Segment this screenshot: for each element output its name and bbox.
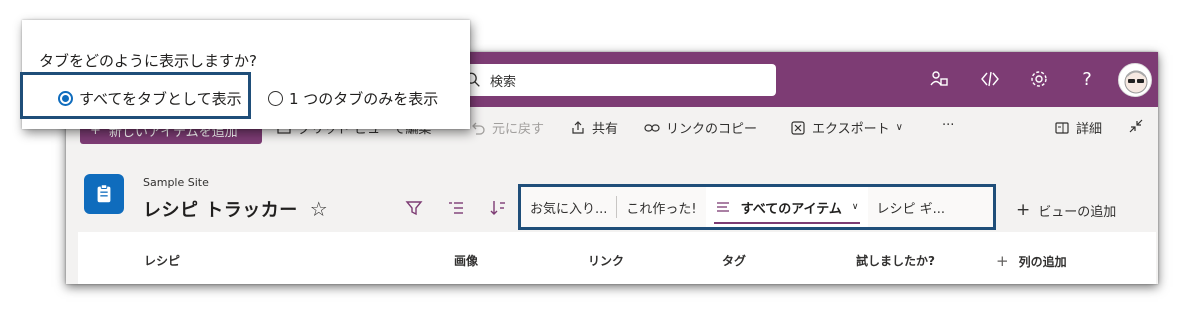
column-header-image[interactable]: 画像 <box>454 252 478 269</box>
column-label: タグ <box>722 254 747 268</box>
gear-icon[interactable] <box>1026 66 1052 92</box>
share-icon <box>572 120 584 134</box>
excel-icon <box>791 120 805 135</box>
add-view-label: ビューの追加 <box>1038 204 1117 220</box>
tab-label: お気に入り... <box>530 201 608 217</box>
column-header-recipe[interactable]: レシピ <box>144 252 180 269</box>
undo-button[interactable]: 元に戻す <box>470 118 544 137</box>
radio-label: 1 つのタブのみを表示 <box>289 90 439 108</box>
tab-recipe-gallery[interactable]: レシピ ギ... <box>868 187 955 227</box>
page-title: レシピ トラッカー ☆ <box>143 196 328 222</box>
details-pane-icon <box>1055 121 1069 134</box>
copy-link-label: リンクのコピー <box>666 122 758 137</box>
export-label: エクスポート <box>812 122 890 137</box>
grid-header: レシピ 画像 リンク タグ 試しましたか? + 列の追加 <box>78 232 1156 284</box>
filter-icon[interactable] <box>404 198 424 218</box>
column-header-link[interactable]: リンク <box>588 252 624 269</box>
view-tabs: お気に入り... これ作った! すべてのアイテム ∨ レシピ ギ... <box>518 184 996 230</box>
tab-made-this[interactable]: これ作った! <box>617 187 705 227</box>
column-label: リンク <box>588 254 625 268</box>
share-button[interactable]: 共有 <box>570 118 618 137</box>
code-icon[interactable] <box>977 66 1003 92</box>
list-view-icon <box>716 202 729 212</box>
tab-all-items[interactable]: すべてのアイテム ∨ <box>705 187 868 227</box>
collapse-button[interactable] <box>1128 118 1144 134</box>
details-button[interactable]: 詳細 <box>1054 118 1102 137</box>
radio-unchecked-icon <box>268 91 283 106</box>
details-label: 詳細 <box>1076 122 1103 137</box>
tab-label: これ作った! <box>626 201 697 217</box>
help-icon[interactable]: ? <box>1074 66 1100 92</box>
share-label: 共有 <box>592 122 619 137</box>
radio-show-one-tab[interactable]: 1 つのタブのみを表示 <box>268 88 438 109</box>
sort-icon[interactable] <box>488 198 508 218</box>
highlight-box <box>20 72 251 119</box>
undo-label: 元に戻す <box>492 122 545 137</box>
column-header-tried[interactable]: 試しましたか? <box>856 252 935 269</box>
group-icon[interactable] <box>446 198 466 218</box>
more-button[interactable]: ··· <box>942 118 954 133</box>
column-header-tags[interactable]: タグ <box>722 252 746 269</box>
popup-question: タブをどのように表示しますか? <box>39 52 257 70</box>
star-icon[interactable]: ☆ <box>310 197 328 221</box>
column-label: レシピ <box>144 254 181 268</box>
more-icon: ··· <box>942 118 955 133</box>
add-column-button[interactable]: + 列の追加 <box>996 252 1067 270</box>
avatar[interactable] <box>1118 63 1152 97</box>
export-button[interactable]: エクスポート ∨ <box>790 118 903 137</box>
column-label: 試しましたか? <box>856 254 935 268</box>
plus-icon: + <box>996 252 1009 270</box>
people-icon[interactable] <box>926 66 952 92</box>
chevron-down-icon: ∨ <box>895 122 903 133</box>
collapse-icon <box>1129 119 1143 133</box>
search-box[interactable]: 検索 <box>446 64 776 96</box>
add-view-button[interactable]: + ビューの追加 <box>1016 200 1116 220</box>
tab-favorites[interactable]: お気に入り... <box>521 187 616 227</box>
search-placeholder: 検索 <box>490 74 517 90</box>
site-name[interactable]: Sample Site <box>143 176 209 189</box>
copy-link-button[interactable]: リンクのコピー <box>644 118 757 137</box>
list-icon <box>84 174 124 214</box>
add-column-label: 列の追加 <box>1018 254 1067 269</box>
link-icon <box>644 123 660 132</box>
undo-icon <box>472 122 485 135</box>
tab-label: レシピ ギ... <box>876 201 946 217</box>
tab-label: すべてのアイテム <box>740 201 842 217</box>
plus-icon: + <box>1016 200 1031 220</box>
list-title-text: レシピ トラッカー <box>143 200 298 221</box>
column-label: 画像 <box>454 254 479 268</box>
chevron-down-icon: ∨ <box>851 202 859 212</box>
